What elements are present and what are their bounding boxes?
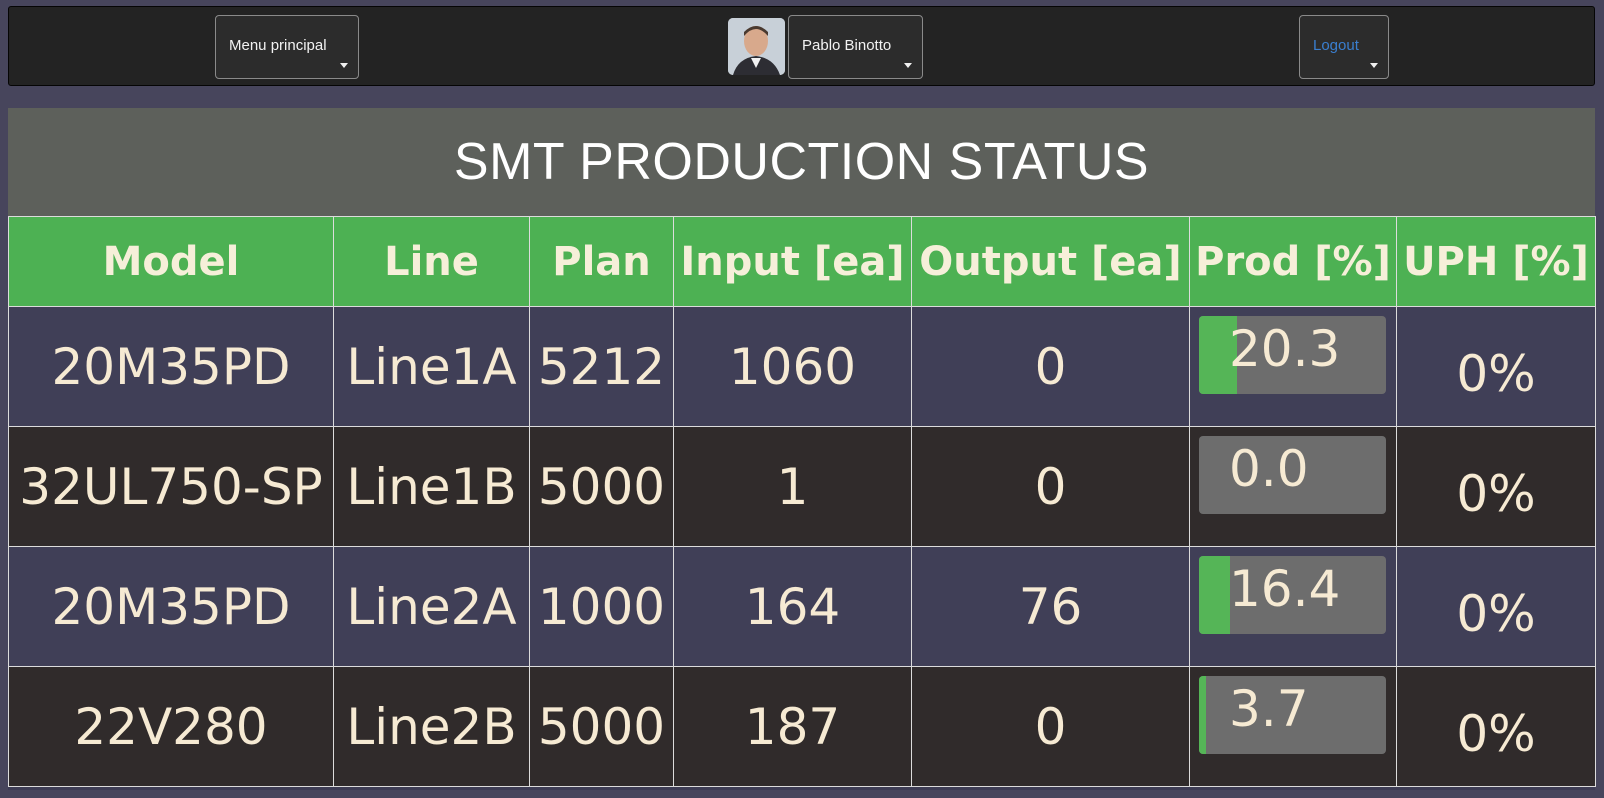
caret-down-icon [340,63,348,68]
cell-input: 1060 [673,306,912,427]
cell-output: 76 [911,546,1190,667]
cell-plan: 5212 [529,306,674,427]
logout-label: Logout [1313,37,1359,54]
cell-output: 0 [911,666,1190,787]
prod-progress-bar: 16.4 [1199,556,1386,634]
cell-prod: 3.7 [1189,666,1397,787]
col-header-plan: Plan [529,216,674,307]
cell-input: 1 [673,426,912,547]
uph-value: 0% [1456,704,1536,763]
cell-line: Line1B [333,426,530,547]
prod-progress-bar: 20.3 [1199,316,1386,394]
cell-line: Line2A [333,546,530,667]
cell-line: Line1A [333,306,530,427]
production-status-panel: SMT PRODUCTION STATUS Model Line Plan In… [8,108,1596,790]
cell-plan: 5000 [529,426,674,547]
col-header-uph: UPH [%] [1396,216,1596,307]
page-title: SMT PRODUCTION STATUS [453,133,1150,191]
cell-prod: 0.0 [1189,426,1397,547]
prod-progress-bar: 3.7 [1199,676,1386,754]
prod-progress-fill [1199,556,1230,634]
main-menu-label: Menu principal [229,37,327,54]
cell-plan: 1000 [529,546,674,667]
cell-prod: 16.4 [1189,546,1397,667]
avatar [728,18,785,75]
cell-model: 22V280 [8,666,334,787]
col-header-prod: Prod [%] [1189,216,1397,307]
cell-output: 0 [911,306,1190,427]
production-table: Model Line Plan Input [ea] Output [ea] P… [8,216,1596,787]
table-row: 20M35PD Line1A 5212 1060 0 20.3 0% [8,306,1596,427]
prod-value: 16.4 [1229,560,1341,618]
prod-value: 0.0 [1229,440,1309,498]
col-header-input: Input [ea] [673,216,912,307]
logout-dropdown[interactable]: Logout [1299,15,1389,79]
prod-value: 3.7 [1229,680,1309,738]
cell-model: 20M35PD [8,546,334,667]
user-name: Pablo Binotto [802,37,892,54]
caret-down-icon [1370,63,1378,68]
table-row: 32UL750-SP Line1B 5000 1 0 0.0 0% [8,426,1596,547]
table-header-row: Model Line Plan Input [ea] Output [ea] P… [8,216,1596,307]
cell-prod: 20.3 [1189,306,1397,427]
prod-progress-bar: 0.0 [1199,436,1386,514]
cell-model: 20M35PD [8,306,334,427]
cell-uph: 0% [1396,546,1596,667]
prod-value: 20.3 [1229,320,1341,378]
col-header-line: Line [333,216,530,307]
uph-value: 0% [1456,584,1536,643]
prod-progress-fill [1199,676,1206,754]
cell-input: 187 [673,666,912,787]
col-header-model: Model [8,216,334,307]
cell-input: 164 [673,546,912,667]
cell-uph: 0% [1396,306,1596,427]
cell-uph: 0% [1396,426,1596,547]
caret-down-icon [904,63,912,68]
col-header-output: Output [ea] [911,216,1190,307]
uph-value: 0% [1456,464,1536,523]
table-row: 20M35PD Line2A 1000 164 76 16.4 0% [8,546,1596,667]
cell-plan: 5000 [529,666,674,787]
main-menu-dropdown[interactable]: Menu principal [215,15,359,79]
cell-uph: 0% [1396,666,1596,787]
panel-header: SMT PRODUCTION STATUS [8,108,1595,216]
table-row: 22V280 Line2B 5000 187 0 3.7 0% [8,666,1596,787]
uph-value: 0% [1456,344,1536,403]
cell-model: 32UL750-SP [8,426,334,547]
top-navbar: Menu principal Pablo Binotto Logout [8,6,1595,86]
cell-line: Line2B [333,666,530,787]
cell-output: 0 [911,426,1190,547]
user-dropdown[interactable]: Pablo Binotto [788,15,923,79]
